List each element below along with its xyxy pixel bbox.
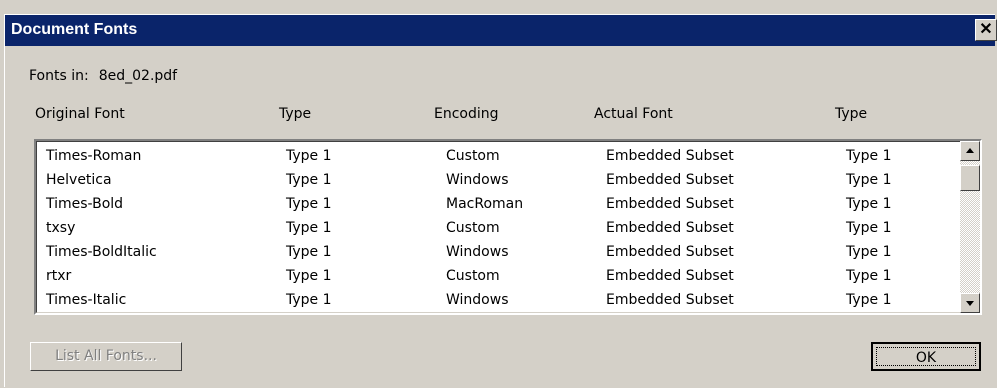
cell-original-font: Times-Bold	[46, 196, 124, 212]
cell-type: Type 1	[286, 172, 332, 188]
scroll-down-arrow-icon	[966, 301, 974, 306]
cell-actual-type: Type 1	[846, 196, 892, 212]
column-header-actual-font: Actual Font	[594, 106, 673, 122]
close-icon: ✕	[979, 21, 993, 38]
cell-actual-font: Embedded Subset	[606, 244, 734, 260]
scroll-up-button[interactable]	[960, 141, 980, 161]
cell-actual-type: Type 1	[846, 148, 892, 164]
font-row[interactable]: Times-Roman Type 1 Custom Embedded Subset Ty…	[36, 148, 956, 172]
cell-original-font: Helvetica	[46, 172, 112, 188]
scroll-down-button[interactable]	[960, 293, 980, 313]
fonts-in-label: Fonts in:	[29, 68, 89, 84]
cell-encoding: Windows	[446, 292, 509, 308]
cell-actual-font: Embedded Subset	[606, 172, 734, 188]
document-fonts-dialog: Document Fonts ✕ Fonts in: 8ed_02.pdf Ori…	[4, 14, 997, 387]
cell-actual-type: Type 1	[846, 172, 892, 188]
cell-actual-type: Type 1	[846, 244, 892, 260]
cell-type: Type 1	[286, 244, 332, 260]
cell-type: Type 1	[286, 196, 332, 212]
cell-encoding: Custom	[446, 148, 500, 164]
scroll-thumb[interactable]	[960, 165, 980, 191]
cell-original-font: Times-BoldItalic	[46, 244, 157, 260]
cell-actual-type: Type 1	[846, 268, 892, 284]
column-header-type: Type	[279, 106, 312, 122]
cell-original-font: Times-Italic	[46, 292, 127, 308]
column-header-actual-type: Type	[835, 106, 868, 122]
cell-actual-font: Embedded Subset	[606, 292, 734, 308]
fonts-list[interactable]: Times-Roman Type 1 Custom Embedded Subset Ty…	[34, 139, 982, 315]
ok-button[interactable]: OK	[871, 342, 981, 371]
list-all-fonts-label: List All Fonts...	[55, 348, 157, 364]
cell-type: Type 1	[286, 268, 332, 284]
cell-actual-font: Embedded Subset	[606, 196, 734, 212]
cell-type: Type 1	[286, 148, 332, 164]
cell-type: Type 1	[286, 292, 332, 308]
fonts-in-filename: 8ed_02.pdf	[98, 68, 178, 84]
font-row[interactable]: txsy Type 1 Custom Embedded Subset Type 1	[36, 220, 956, 244]
cell-actual-type: Type 1	[846, 292, 892, 308]
cell-actual-font: Embedded Subset	[606, 220, 734, 236]
cell-actual-font: Embedded Subset	[606, 148, 734, 164]
scroll-up-arrow-icon	[966, 148, 974, 153]
font-row[interactable]: Times-Bold Type 1 MacRoman Embedded Subset T…	[36, 196, 956, 220]
cell-encoding: Custom	[446, 220, 500, 236]
cell-encoding: MacRoman	[446, 196, 524, 212]
font-row[interactable]: Times-BoldItalic Type 1 Windows Embedded Su…	[36, 244, 956, 268]
ok-label: OK	[876, 347, 976, 366]
dialog-title: Document Fonts	[11, 21, 138, 38]
cell-actual-font: Embedded Subset	[606, 268, 734, 284]
cell-actual-type: Type 1	[846, 220, 892, 236]
font-row[interactable]: Times-Italic Type 1 Windows Embedded Subset…	[36, 292, 956, 313]
cell-original-font: txsy	[46, 220, 76, 236]
vertical-scrollbar[interactable]	[960, 141, 980, 313]
list-all-fonts-button[interactable]: List All Fonts...	[30, 342, 182, 371]
cell-type: Type 1	[286, 220, 332, 236]
cell-encoding: Windows	[446, 172, 509, 188]
close-button[interactable]: ✕	[975, 19, 997, 41]
fonts-in-line: Fonts in: 8ed_02.pdf	[29, 68, 177, 84]
column-header-original-font: Original Font	[35, 106, 125, 122]
font-row[interactable]: rtxr Type 1 Custom Embedded Subset Type 1	[36, 268, 956, 292]
cell-original-font: rtxr	[46, 268, 72, 284]
title-bar[interactable]: Document Fonts ✕	[5, 15, 997, 46]
font-row[interactable]: Helvetica Type 1 Windows Embedded Subset Typ…	[36, 172, 956, 196]
column-header-encoding: Encoding	[434, 106, 499, 122]
cell-encoding: Custom	[446, 268, 500, 284]
cell-encoding: Windows	[446, 244, 509, 260]
cell-original-font: Times-Roman	[46, 148, 142, 164]
